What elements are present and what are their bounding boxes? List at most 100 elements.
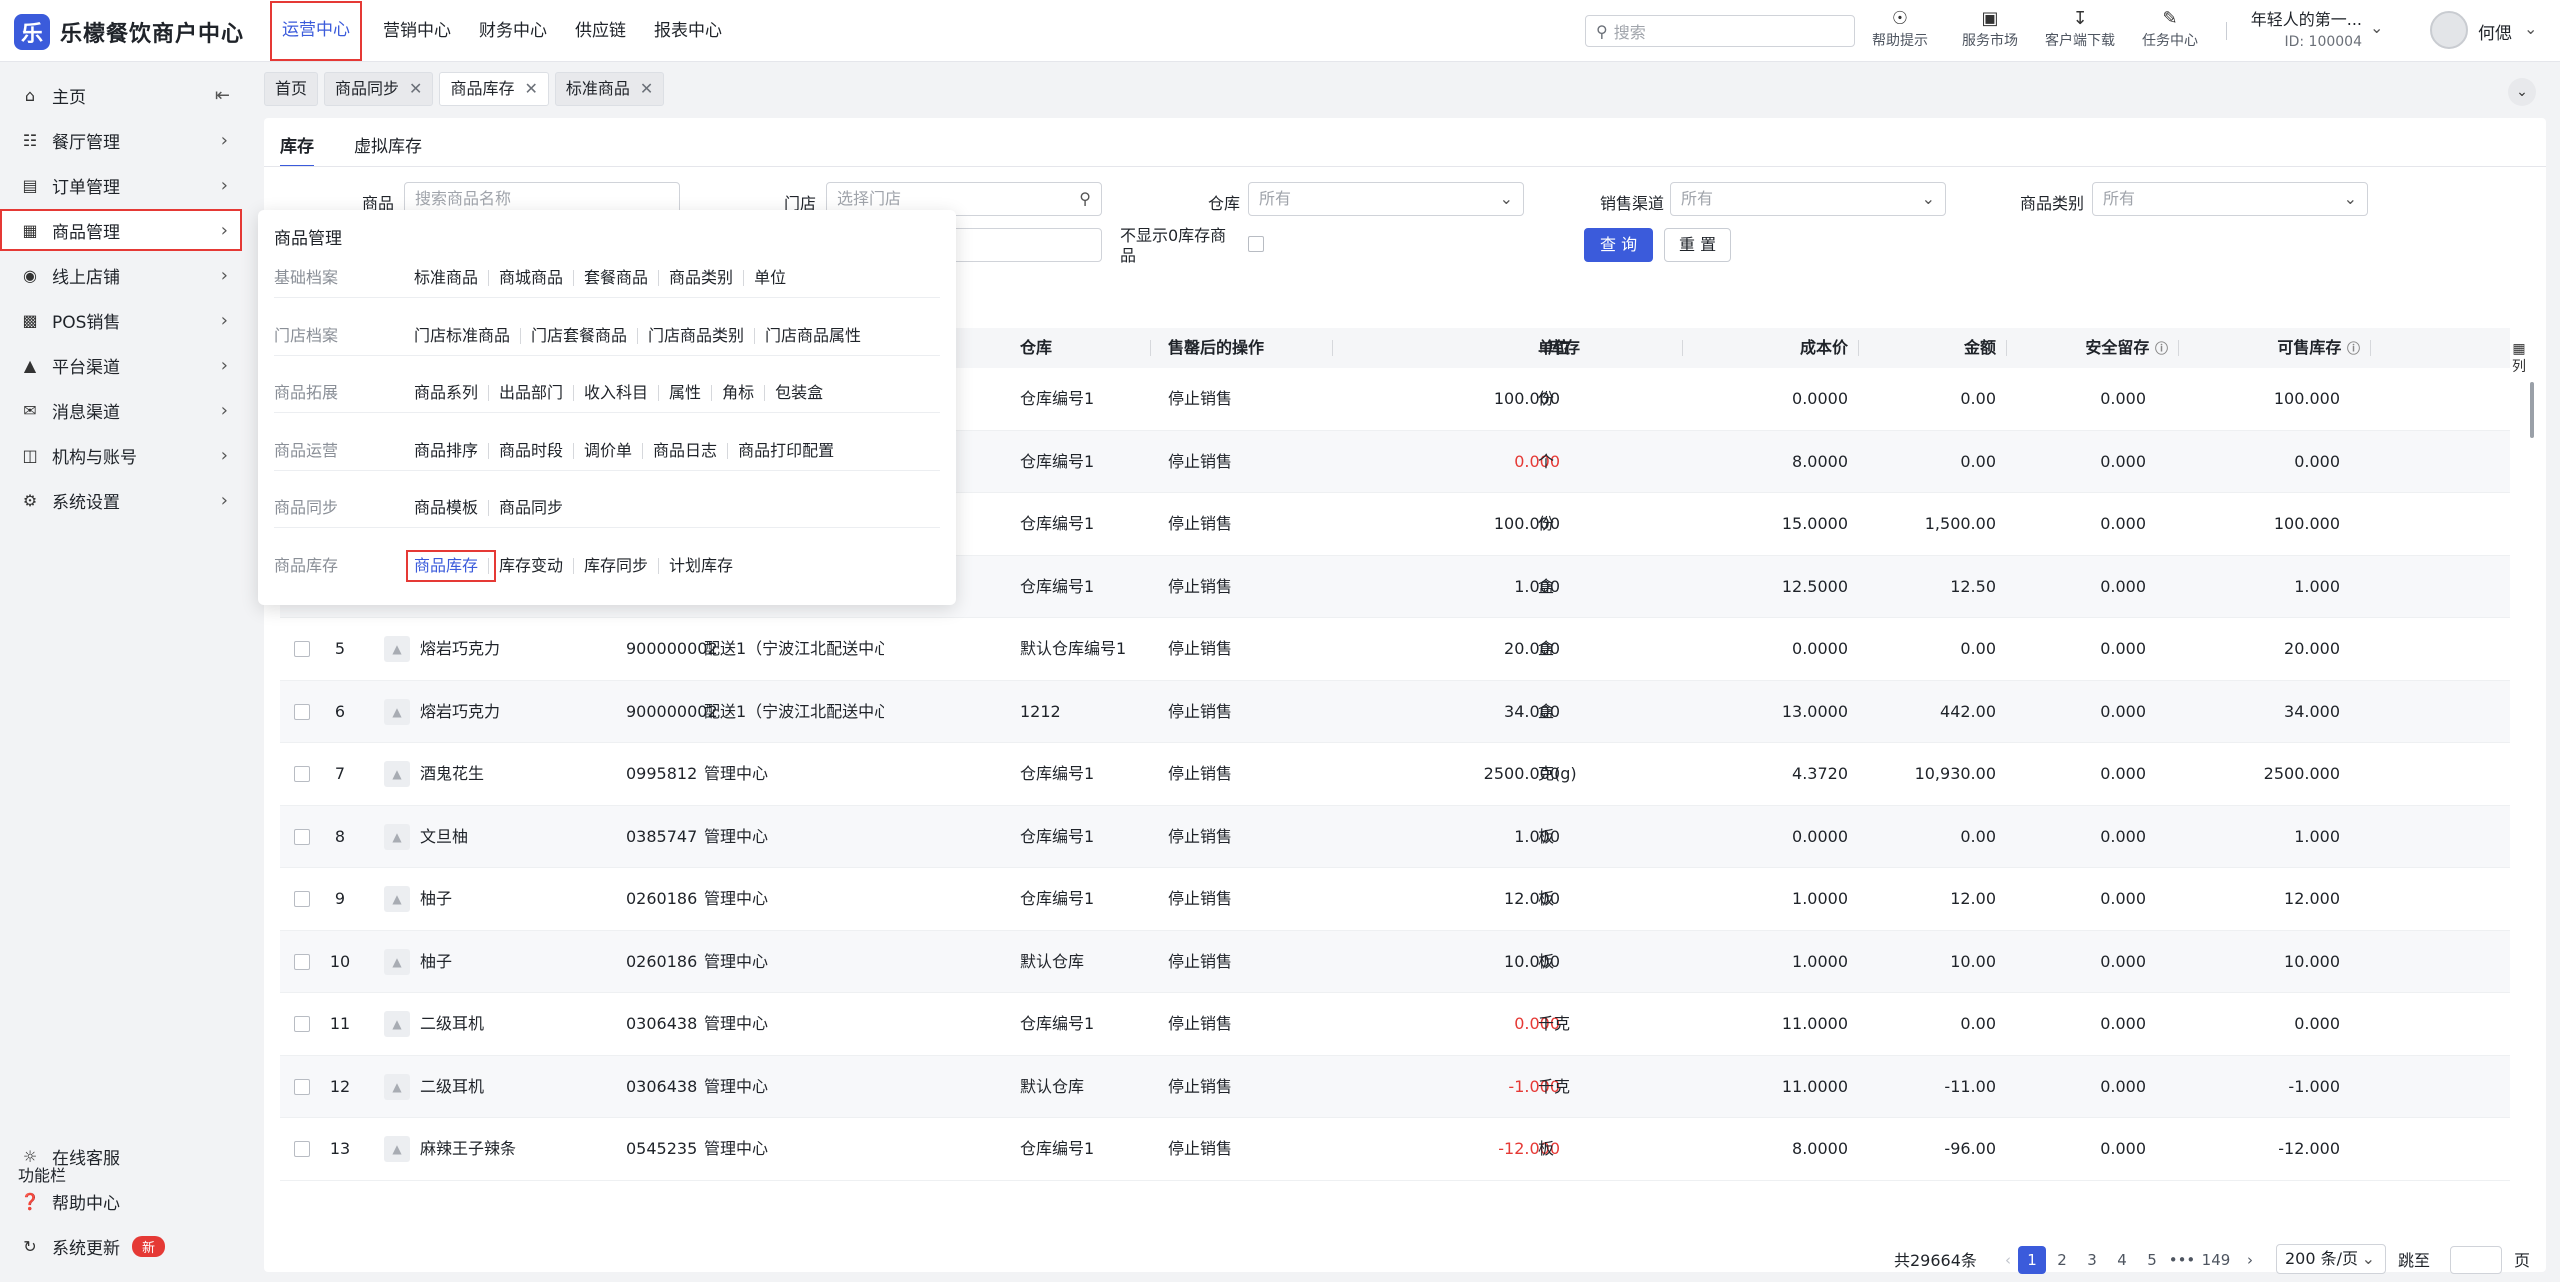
page-button[interactable]: 4 — [2108, 1246, 2136, 1274]
table-row[interactable]: ▲ 13 管理中心 麻辣王子辣条 0545235 仓库编号1 停止销售 -12.000 板 8.0… — [280, 1118, 2510, 1181]
col-unit[interactable]: 单位 — [1538, 328, 1570, 368]
tab-standard-products[interactable]: 标准商品 ✕ — [554, 72, 665, 106]
topnav-reports[interactable]: 报表中心 — [647, 0, 729, 62]
row-checkbox[interactable] — [294, 766, 310, 782]
menu-link[interactable]: 商品日志 — [642, 442, 727, 459]
page-button[interactable]: 2 — [2048, 1246, 2076, 1274]
sidebar-item-org-accounts[interactable]: ◫ 机构与账号 › — [0, 434, 242, 476]
page-button[interactable]: 1 — [2018, 1246, 2046, 1274]
next-page-icon[interactable]: › — [2236, 1246, 2264, 1274]
topnav-supply-chain[interactable]: 供应链 — [568, 0, 633, 62]
user-name[interactable]: 何偲 — [2478, 19, 2512, 44]
menu-link[interactable]: 套餐商品 — [573, 270, 658, 286]
jump-page-input[interactable] — [2450, 1246, 2502, 1274]
menu-link[interactable]: 商品模板 — [414, 500, 488, 516]
sidebar-item-online-support[interactable]: ☼ 在线客服 — [0, 1135, 242, 1177]
sidebar-item-products[interactable]: ▦ 商品管理 › — [0, 209, 242, 251]
menu-link[interactable]: 库存同步 — [573, 557, 658, 574]
warehouse-select[interactable]: 所有 ⌄ — [1248, 182, 1524, 216]
row-checkbox[interactable] — [294, 891, 310, 907]
question-icon[interactable]: ⓘ — [2155, 342, 2168, 357]
close-icon[interactable]: ✕ — [640, 73, 653, 105]
row-checkbox[interactable] — [294, 828, 310, 845]
sidebar-item-help-center[interactable]: ❓ 帮助中心 — [0, 1180, 242, 1222]
table-row[interactable]: ▲ 9 管理中心 柚子 0260186 仓库编号1 停止销售 12.000 板 1.0000 12.… — [280, 868, 2510, 931]
hide-zero-stock-checkbox[interactable] — [1248, 236, 1264, 252]
close-icon[interactable]: ✕ — [409, 73, 422, 105]
menu-link[interactable]: 商品排序 — [414, 442, 488, 459]
chevron-down-icon[interactable]: ⌄ — [2524, 19, 2537, 38]
page-ellipsis[interactable]: ••• — [2168, 1246, 2196, 1274]
menu-link[interactable]: 门店商品属性 — [754, 327, 871, 344]
topnav-marketing[interactable]: 营销中心 — [376, 0, 458, 62]
sidebar-item-online-store[interactable]: ◉ 线上店铺 › — [0, 254, 242, 296]
avatar[interactable] — [2430, 11, 2468, 49]
menu-link[interactable]: 属性 — [658, 385, 711, 401]
table-row[interactable]: ▲ 5 配送1（宁波江北配送中心 熔岩巧克力 900000002 默认仓库编号1 停止销售 2… — [280, 618, 2510, 681]
topnav-operations[interactable]: 运营中心 — [270, 1, 362, 61]
help-tips-button[interactable]: ☉ 帮助提示 — [1860, 8, 1940, 50]
category-select[interactable]: 所有 ⌄ — [2092, 182, 2368, 216]
row-checkbox[interactable] — [294, 1141, 310, 1157]
sidebar-item-restaurant[interactable]: ☷ 餐厅管理 › — [0, 119, 242, 161]
tab-product-sync[interactable]: 商品同步 ✕ — [324, 72, 434, 106]
row-checkbox[interactable] — [294, 1078, 310, 1095]
sidebar-item-channels[interactable]: ▲ 平台渠道 › — [0, 344, 242, 386]
sidebar-item-pos[interactable]: ▩ POS销售 › — [0, 299, 242, 341]
menu-link[interactable]: 商品类别 — [658, 270, 743, 286]
menu-link[interactable]: 调价单 — [573, 442, 642, 459]
scrollbar-thumb[interactable] — [2530, 382, 2534, 438]
table-row[interactable]: ▲ 10 管理中心 柚子 0260186 默认仓库 停止销售 10.000 板 1.0000 10.… — [280, 930, 2510, 993]
channel-select[interactable]: 所有 ⌄ — [1670, 182, 1946, 216]
question-icon[interactable]: ⓘ — [2347, 342, 2360, 357]
query-button[interactable]: 查 询 — [1584, 228, 1654, 262]
menu-link[interactable]: 商品系列 — [414, 385, 488, 401]
menu-link[interactable]: 包装盒 — [764, 385, 833, 401]
global-search-input[interactable]: ⚲ 搜索 — [1585, 15, 1855, 47]
client-download-button[interactable]: ↧ 客户端下载 — [2040, 8, 2120, 50]
table-row[interactable]: ▲ 6 配送1（宁波江北配送中心 熔岩巧克力 900000002 1212 停止销售 34.0… — [280, 680, 2510, 743]
table-row[interactable]: ▲ 8 管理中心 文旦柚 0385747 仓库编号1 停止销售 1.000 板 0.0000 0.0… — [280, 805, 2510, 868]
col-safe-stock[interactable]: 安全留存 ⓘ — [2020, 328, 2168, 368]
menu-link[interactable]: 商品同步 — [488, 500, 573, 516]
menu-link[interactable]: 商品时段 — [488, 442, 573, 459]
tab-virtual-inventory[interactable]: 虚拟库存 — [354, 132, 422, 167]
sidebar-item-orders[interactable]: ▤ 订单管理 › — [0, 164, 242, 206]
menu-link[interactable]: 出品部门 — [488, 385, 573, 401]
menu-link[interactable]: 商品库存 — [405, 549, 497, 582]
reset-button[interactable]: 重 置 — [1664, 228, 1732, 262]
menu-link[interactable]: 门店标准商品 — [414, 327, 520, 344]
sidebar-item-messages[interactable]: ✉ 消息渠道 › — [0, 389, 242, 431]
col-amount[interactable]: 金额 — [1870, 328, 1996, 368]
menu-link[interactable]: 计划库存 — [658, 557, 743, 574]
menu-link[interactable]: 商品打印配置 — [727, 442, 844, 459]
row-checkbox[interactable] — [294, 1016, 310, 1032]
menu-link[interactable]: 门店套餐商品 — [520, 327, 637, 344]
col-soldout-action[interactable]: 售罄后的操作 — [1168, 328, 1264, 368]
store-switcher[interactable]: 年轻人的第一... ID: 100004 — [2242, 6, 2362, 50]
row-checkbox[interactable] — [294, 641, 310, 657]
task-center-button[interactable]: ✎ 任务中心 — [2130, 8, 2210, 50]
row-checkbox[interactable] — [294, 703, 310, 720]
menu-link[interactable]: 标准商品 — [414, 270, 488, 286]
tab-product-inventory[interactable]: 商品库存 ✕ — [439, 72, 549, 106]
page-button[interactable]: 149 — [2198, 1246, 2234, 1274]
menu-link[interactable]: 商城商品 — [488, 270, 573, 286]
table-row[interactable]: ▲ 12 管理中心 二级耳机 0306438 默认仓库 停止销售 -1.000 千克 11.000… — [280, 1055, 2510, 1118]
collapse-sidebar-icon[interactable]: ⇤ — [215, 85, 230, 106]
menu-link[interactable]: 库存变动 — [488, 557, 573, 574]
sidebar-item-settings[interactable]: ⚙ 系统设置 › — [0, 479, 242, 521]
menu-link[interactable]: 单位 — [743, 270, 796, 286]
menu-link[interactable]: 角标 — [711, 385, 764, 401]
sidebar-item-home[interactable]: ⌂ 主页 ⇤ — [0, 74, 242, 116]
menu-link[interactable]: 收入科目 — [573, 385, 658, 401]
page-size-select[interactable]: 200 条/页 ⌄ — [2276, 1244, 2386, 1274]
close-icon[interactable]: ✕ — [524, 73, 537, 105]
app-logo[interactable]: 乐 乐檬餐饮商户中心 — [14, 14, 244, 50]
col-cost[interactable]: 成本价 — [1700, 328, 1848, 368]
col-warehouse[interactable]: 仓库 — [1020, 328, 1052, 368]
page-button[interactable]: 5 — [2138, 1246, 2166, 1274]
service-market-button[interactable]: ▣ 服务市场 — [1950, 8, 2030, 50]
tab-home[interactable]: 首页 — [264, 72, 319, 106]
chevron-down-icon[interactable]: ⌄ — [2370, 18, 2383, 37]
